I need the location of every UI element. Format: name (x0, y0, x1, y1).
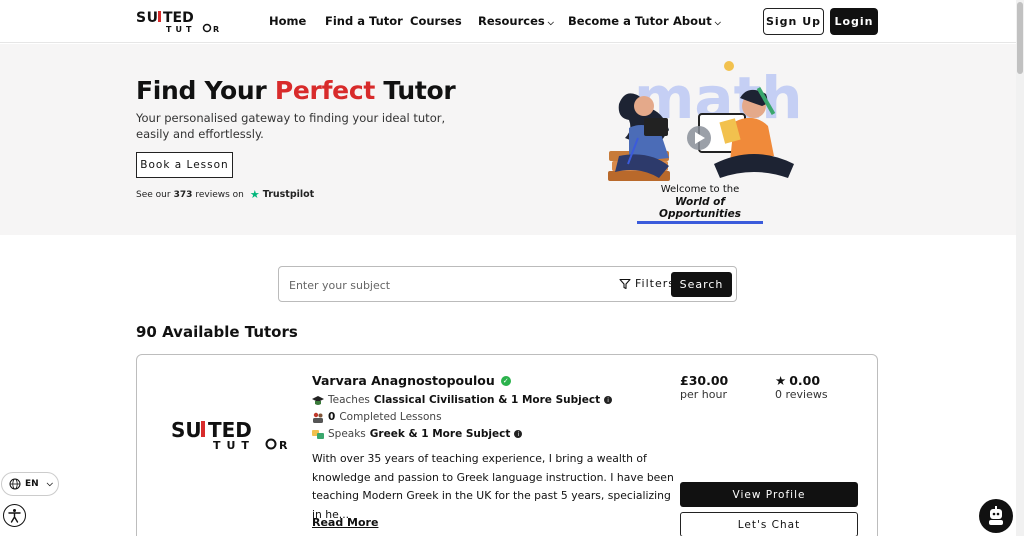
read-more-link[interactable]: Read More (312, 516, 378, 529)
tutor-teaches: Teaches Classical Civilisation & 1 More … (312, 394, 613, 406)
welcome-tagline: World of Opportunities (637, 196, 763, 224)
tutor-bio: With over 35 years of teaching experienc… (312, 452, 674, 521)
welcome-text: Welcome to the (660, 184, 740, 195)
svg-text:TED: TED (163, 10, 194, 26)
hero-title-accent: Perfect (274, 76, 375, 105)
graduation-cap-icon (312, 395, 324, 405)
tutor-name[interactable]: Varvara Anagnostopoulou ✓ (312, 373, 511, 388)
svg-text:SU: SU (171, 418, 202, 442)
nav-about[interactable]: About ⌵ (673, 14, 721, 28)
chatbot-launcher[interactable] (979, 499, 1013, 533)
logo-graphic: SU TED TUT R (136, 10, 219, 33)
tutor-completed-lessons: 0 Completed Lessons (312, 411, 442, 423)
chatbot-icon (989, 506, 1003, 525)
info-icon[interactable]: i (604, 396, 613, 404)
nav-become-a-tutor[interactable]: Become a Tutor (568, 14, 669, 28)
nav-home[interactable]: Home (269, 14, 306, 28)
trustpilot-link[interactable]: See our 373 reviews on ★ Trustpilot (136, 188, 314, 201)
nav-find-a-tutor[interactable]: Find a Tutor (325, 14, 403, 28)
filter-icon (619, 278, 631, 289)
nav-resources[interactable]: Resources ⌵ (478, 14, 554, 28)
globe-icon (9, 478, 21, 490)
chevron-down-icon: ⌵ (714, 18, 721, 27)
svg-text:SU: SU (136, 10, 158, 26)
info-icon[interactable]: i (514, 430, 523, 438)
view-profile-button[interactable]: View Profile (680, 482, 858, 507)
tutor-price: £30.00 (680, 373, 729, 388)
site-logo[interactable]: SU TED TUT R (136, 9, 222, 33)
tutor-rating: ★ 0.00 (775, 373, 821, 388)
lets-chat-button[interactable]: Let's Chat (680, 512, 858, 536)
subject-search-bar: Filters Search (278, 266, 737, 302)
filters-button[interactable]: Filters (619, 277, 675, 290)
accessibility-button[interactable] (3, 504, 26, 527)
trustpilot-star-icon: ★ (249, 188, 260, 201)
review-count: 373 (173, 189, 193, 200)
students-icon (313, 412, 323, 423)
chevron-down-icon: ⌵ (547, 18, 554, 27)
verified-check-icon: ✓ (500, 375, 511, 386)
language-selector[interactable]: EN ⌵ (1, 472, 59, 496)
sign-up-button[interactable]: Sign Up (763, 8, 824, 35)
book-a-lesson-button[interactable]: Book a Lesson (136, 152, 233, 178)
tutor-card: SU TED TUT R Varvara Anagnostopoulou ✓ T… (136, 354, 878, 536)
svg-text:TUT: TUT (213, 439, 255, 451)
accessibility-icon (8, 509, 21, 523)
page-scrollbar[interactable] (1016, 0, 1024, 536)
scrollbar-thumb[interactable] (1017, 2, 1023, 74)
star-icon: ★ (775, 373, 787, 388)
hero-title: Find Your Perfect Tutor (136, 76, 456, 105)
tutor-photo: SU TED TUT R (171, 418, 288, 451)
tutor-review-count[interactable]: 0 reviews (775, 388, 828, 401)
price-unit: per hour (680, 388, 727, 401)
tutor-speaks: Speaks Greek & 1 More Subject i (312, 428, 523, 440)
trustpilot-brand: Trustpilot (262, 189, 315, 200)
languages-icon (312, 429, 324, 439)
hero-section: Find Your Perfect Tutor Your personalise… (0, 44, 1016, 235)
hero-subtitle: Your personalised gateway to finding you… (136, 111, 446, 141)
available-tutors-heading: 90 Available Tutors (136, 323, 298, 341)
subject-search-input[interactable] (289, 275, 589, 295)
nav-courses[interactable]: Courses (410, 14, 462, 28)
chevron-down-icon: ⌵ (46, 479, 53, 488)
site-header: SU TED TUT R Home Find a Tutor Courses R… (0, 0, 1016, 43)
login-button[interactable]: Login (830, 8, 878, 35)
svg-text:R: R (213, 25, 219, 33)
svg-text:TUT: TUT (166, 25, 195, 33)
svg-text:R: R (279, 439, 288, 451)
search-button[interactable]: Search (671, 272, 732, 297)
